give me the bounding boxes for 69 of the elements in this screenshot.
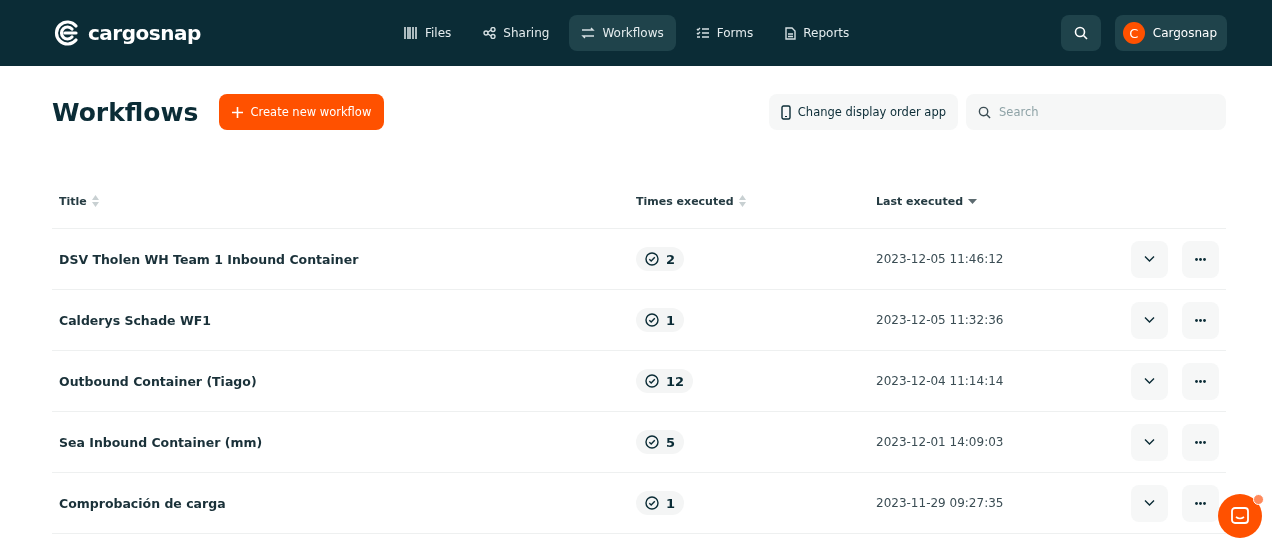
workflow-title[interactable]: Comprobación de carga (59, 495, 226, 511)
more-icon (1195, 318, 1206, 322)
column-header[interactable]: Times executed (636, 194, 734, 208)
execution-count: 2 (636, 247, 685, 271)
execution-count: 1 (636, 491, 685, 515)
more-icon (1195, 257, 1206, 261)
display-order-button[interactable]: Change display order app (768, 94, 958, 130)
share-icon (483, 27, 497, 39)
workflow-title[interactable]: Outbound Container (Tiago) (59, 373, 257, 389)
plus-icon (231, 106, 243, 118)
column-header[interactable]: Title (59, 194, 87, 208)
search-field[interactable]: Search (966, 94, 1226, 130)
more-icon (1195, 440, 1206, 444)
chevron-down-icon (1144, 439, 1155, 445)
nav-tab[interactable]: Sharing (471, 15, 562, 51)
more-button[interactable] (1182, 240, 1219, 278)
execution-count: 1 (636, 308, 685, 332)
more-icon (1195, 501, 1206, 505)
check-circle-icon (645, 435, 659, 449)
nav-tab[interactable]: Reports (773, 15, 862, 51)
expand-button[interactable] (1131, 423, 1168, 461)
check-circle-icon (645, 252, 659, 266)
more-button[interactable] (1182, 301, 1219, 339)
nav-tab[interactable]: Forms (683, 15, 766, 51)
more-button[interactable] (1182, 423, 1219, 461)
expand-button[interactable] (1131, 301, 1168, 339)
expand-button[interactable] (1131, 240, 1168, 278)
page-title: Workflows (52, 97, 199, 127)
workflow-title[interactable]: DSV Tholen WH Team 1 Inbound Container (59, 251, 359, 267)
document-icon (785, 26, 797, 40)
sort-desc-icon[interactable] (968, 198, 978, 204)
sort-icon[interactable] (91, 195, 99, 207)
avatar: C (1122, 22, 1145, 44)
checklist-icon (695, 27, 710, 39)
workflow-title[interactable]: Sea Inbound Container (mm) (59, 434, 263, 450)
execution-count: 5 (636, 430, 685, 454)
barcode-icon (404, 27, 418, 39)
column-header[interactable]: Last executed (876, 194, 964, 208)
last-executed-date: 2023-12-01 14:09:03 (876, 435, 1004, 449)
chat-icon (1231, 507, 1249, 525)
search-button[interactable] (1060, 15, 1101, 51)
expand-button[interactable] (1131, 484, 1168, 522)
sort-icon[interactable] (738, 195, 746, 207)
check-circle-icon (645, 313, 659, 327)
chevron-down-icon (1144, 500, 1155, 506)
brand-name[interactable]: cargosnap (88, 21, 201, 45)
search-icon (1073, 26, 1088, 40)
chevron-down-icon (1144, 256, 1155, 262)
last-executed-date: 2023-12-05 11:32:36 (876, 313, 1004, 327)
phone-icon (780, 104, 791, 120)
chevron-down-icon (1144, 317, 1155, 323)
last-executed-date: 2023-12-05 11:46:12 (876, 252, 1004, 266)
expand-button[interactable] (1131, 362, 1168, 400)
account-button[interactable]: C Cargosnap (1114, 15, 1227, 51)
search-icon (978, 106, 991, 119)
more-button[interactable] (1182, 484, 1219, 522)
chat-button[interactable] (1218, 494, 1262, 538)
arrows-icon (581, 27, 596, 39)
execution-count: 12 (636, 369, 694, 393)
check-circle-icon (645, 496, 659, 510)
more-icon (1195, 379, 1206, 383)
workflow-title[interactable]: Calderys Schade WF1 (59, 312, 211, 328)
last-executed-date: 2023-11-29 09:27:35 (876, 496, 1004, 510)
last-executed-date: 2023-12-04 11:14:14 (876, 374, 1004, 388)
check-circle-icon (645, 374, 659, 388)
more-button[interactable] (1182, 362, 1219, 400)
chevron-down-icon (1144, 378, 1155, 384)
nav-tab[interactable]: Files (392, 15, 464, 51)
nav-tab[interactable]: Workflows (569, 15, 676, 51)
